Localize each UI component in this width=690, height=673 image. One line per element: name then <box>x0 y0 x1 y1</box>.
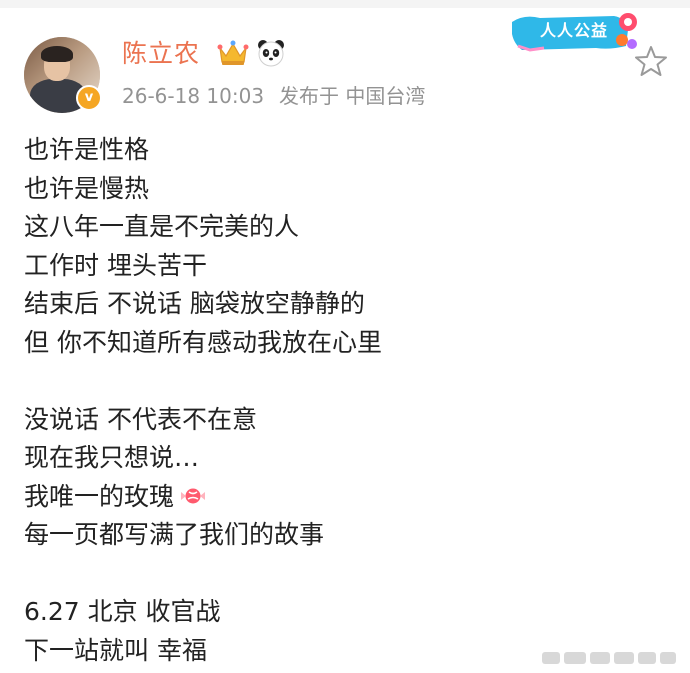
crown-icon <box>217 40 249 65</box>
post-line: 也许是慢热 <box>24 173 150 203</box>
post-source: 发布于 中国台湾 <box>279 84 426 108</box>
top-divider <box>0 0 690 8</box>
post-line: 没说话 不代表不在意 <box>24 404 257 434</box>
verified-badge-icon: v <box>76 85 102 111</box>
post-line: 也许是性格 <box>24 135 150 164</box>
post-line-with-emoji: 我唯一的玫瑰 <box>24 478 664 517</box>
candy-icon <box>181 488 206 503</box>
post-line: 但 你不知道所有感动我放在心里 <box>24 327 382 357</box>
post-line: 工作时 埋头苦干 <box>24 250 207 280</box>
post-line: 现在我只想说… <box>24 443 200 472</box>
watermark-bar <box>542 648 677 666</box>
post-line: 每一页都写满了我们的故事 <box>24 520 325 549</box>
post-date: 26-6-18 10:03 <box>122 84 265 108</box>
panda-icon <box>258 40 284 67</box>
post-line: 这八年一直是不完美的人 <box>24 212 300 241</box>
post-line-text: 我唯一的玫瑰 <box>24 481 175 511</box>
post-line: 6.27 北京 收官战 <box>24 597 221 626</box>
username[interactable]: 陈立农 <box>122 37 200 71</box>
star-icon[interactable] <box>634 44 668 78</box>
charity-badge-label: 人人公益 <box>540 21 609 40</box>
post-content: 也许是性格 也许是慢热 这八年一直是不完美的人 工作时 埋头苦干 结束后 不说话… <box>24 131 664 670</box>
post-line: 结束后 不说话 脑袋放空静静的 <box>24 289 365 318</box>
